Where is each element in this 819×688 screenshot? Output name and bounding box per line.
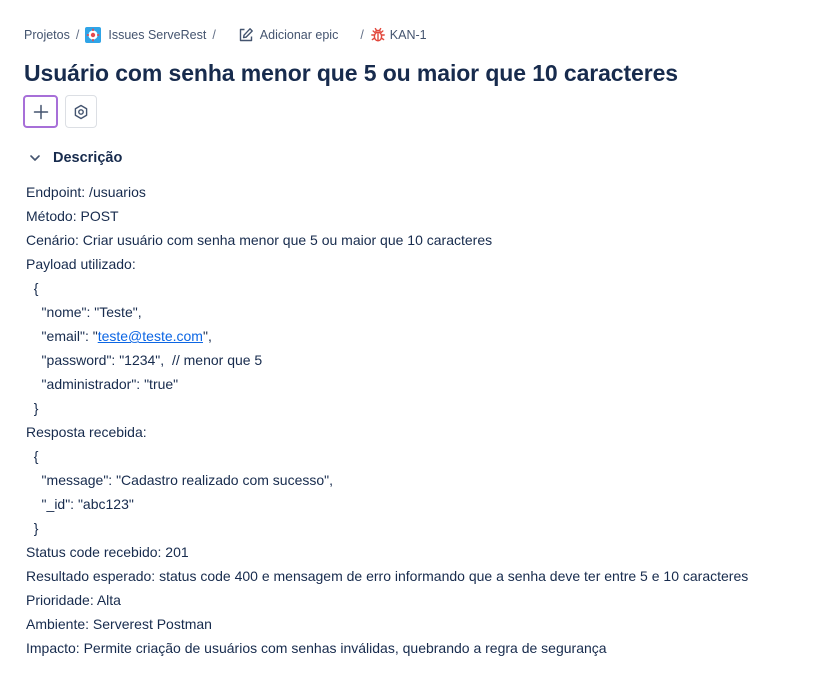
desc-status-code: Status code recebido: 201 [26,544,189,560]
breadcrumb-separator: / [360,28,364,42]
desc-code-line: "nome": "Teste", [26,304,142,320]
desc-code-line: "message": "Cadastro realizado com suces… [26,472,334,488]
desc-response-label: Resposta recebida: [26,424,147,440]
desc-expected-result: Resultado esperado: status code 400 e me… [26,568,749,584]
desc-method: Método: POST [26,208,119,224]
plus-icon [33,104,48,119]
desc-code-line: { [26,448,39,464]
project-avatar-icon [85,27,102,43]
chevron-down-icon [30,155,40,161]
email-link[interactable]: teste@teste.com [98,328,203,344]
add-epic-label: Adicionar epic [259,28,339,42]
settings-button[interactable] [65,95,97,128]
add-epic-link[interactable]: Adicionar epic [238,27,339,43]
bug-icon [370,27,385,42]
desc-code-text: ", [202,328,212,344]
desc-code-line: "administrador": "true" [26,376,179,392]
desc-code-line: "password": "1234", // menor que 5 [26,352,263,368]
desc-scenario: Cenário: Criar usuário com senha menor q… [26,232,493,248]
desc-priority: Prioridade: Alta [26,592,121,608]
desc-code-text: "email": " [26,328,98,344]
desc-code-line: { [26,280,39,296]
breadcrumb-project[interactable]: Issues ServeRest [85,27,206,43]
breadcrumb-separator: / [212,28,216,42]
issue-title[interactable]: Usuário com senha menor que 5 ou maior q… [24,60,678,87]
desc-code-line: } [26,520,39,536]
desc-code-line: "_id": "abc123" [26,496,134,512]
breadcrumb-issue[interactable]: KAN-1 [370,27,427,43]
issue-key: KAN-1 [389,28,427,42]
add-button[interactable] [23,95,58,128]
breadcrumb-project-label: Issues ServeRest [108,28,207,42]
breadcrumb-projects[interactable]: Projetos [24,28,70,42]
description-body[interactable]: Endpoint: /usuarios Método: POST Cenário… [26,180,811,660]
desc-endpoint: Endpoint: /usuarios [26,184,146,200]
issue-actions [23,95,97,128]
edit-icon [239,28,253,42]
gear-icon [74,104,88,119]
description-heading: Descrição [53,150,123,166]
description-toggle[interactable]: Descrição [28,150,122,166]
desc-code-line: } [26,400,39,416]
desc-code-line-email: "email": "teste@teste.com", [26,324,811,348]
breadcrumb: Projetos / Issues ServeRest / Adicionar … [24,25,427,45]
desc-impact: Impacto: Permite criação de usuários com… [26,640,607,656]
breadcrumb-separator: / [75,28,80,42]
desc-payload-label: Payload utilizado: [26,256,136,272]
desc-environment: Ambiente: Serverest Postman [26,616,212,632]
